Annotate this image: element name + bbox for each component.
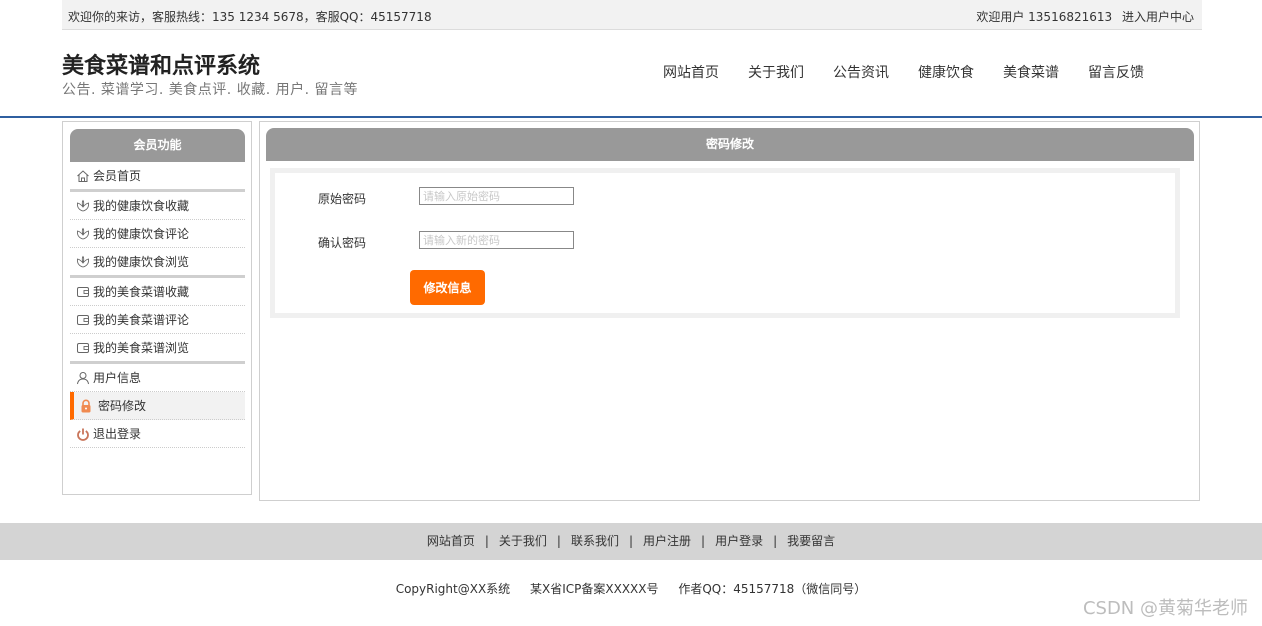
sidebar-item-user-info[interactable]: 用户信息: [70, 364, 245, 392]
user-area: 欢迎用户 13516821613 进入用户中心: [970, 8, 1194, 25]
top-bar: 欢迎你的来访，客服热线：135 1234 5678，客服QQ：45157718 …: [0, 0, 1262, 30]
footer-link-login[interactable]: 用户登录: [715, 534, 763, 548]
footer-separator: |: [628, 534, 634, 548]
icp-text: 某X省ICP备案XXXXX号: [530, 582, 659, 596]
sidebar-item-label: 我的美食菜谱浏览: [93, 341, 190, 355]
sidebar-item-diet-comments[interactable]: 我的健康饮食评论: [70, 220, 245, 248]
wallet-icon: [77, 315, 89, 325]
site-title[interactable]: 美食菜谱和点评系统: [62, 48, 260, 80]
nav-item-news[interactable]: 公告资讯: [833, 62, 889, 82]
original-password-label: 原始密码: [318, 192, 367, 206]
sidebar-menu: 会员首页 我的健康饮食收藏 我的健康饮食评论 我的健康饮食浏览 我的美食菜谱收藏…: [70, 162, 245, 448]
page-title: 密码修改: [266, 128, 1194, 161]
flower-icon: [76, 227, 90, 240]
copyright-line: CopyRight@XX系统 某X省ICP备案XXXXX号 作者QQ：45157…: [0, 580, 1262, 597]
footer-link-about[interactable]: 关于我们: [499, 534, 547, 548]
footer-separator: |: [484, 534, 489, 548]
footer-link-home[interactable]: 网站首页: [427, 534, 475, 548]
footer-link-register[interactable]: 用户注册: [643, 534, 691, 548]
footer-link-contact[interactable]: 联系我们: [571, 534, 619, 548]
sidebar-item-diet-history[interactable]: 我的健康饮食浏览: [70, 248, 245, 278]
top-bar-inner: 欢迎你的来访，客服热线：135 1234 5678，客服QQ：45157718 …: [62, 0, 1202, 30]
nav-item-feedback[interactable]: 留言反馈: [1088, 62, 1144, 82]
author-text: 作者QQ：45157718（微信同号）: [678, 582, 867, 596]
sidebar-item-label: 我的健康饮食收藏: [93, 199, 190, 213]
site-header: 美食菜谱和点评系统 公告. 菜谱学习. 美食点评. 收藏. 用户. 留言等 网站…: [0, 30, 1262, 118]
sidebar-item-label: 会员首页: [93, 169, 142, 183]
nav-item-recipes[interactable]: 美食菜谱: [1003, 62, 1059, 82]
footer-link-message[interactable]: 我要留言: [787, 534, 835, 548]
sidebar-item-label: 密码修改: [98, 399, 147, 413]
sidebar-item-label: 用户信息: [93, 371, 142, 385]
password-form: 原始密码 确认密码 修改信息: [270, 168, 1180, 318]
welcome-text: 欢迎你的来访，客服热线：135 1234 5678，客服QQ：45157718: [68, 10, 432, 24]
user-greeting: 欢迎用户 13516821613: [976, 10, 1113, 24]
sidebar-item-label: 退出登录: [93, 427, 142, 441]
sidebar-item-recipe-favorites[interactable]: 我的美食菜谱收藏: [70, 278, 245, 306]
sidebar-item-label: 我的美食菜谱评论: [93, 313, 190, 327]
original-password-input[interactable]: [419, 187, 574, 205]
site-subtitle: 公告. 菜谱学习. 美食点评. 收藏. 用户. 留言等: [62, 82, 359, 98]
footer-separator: |: [556, 534, 561, 548]
main-nav: 网站首页 关于我们 公告资讯 健康饮食 美食菜谱 留言反馈: [663, 62, 1173, 82]
sidebar-item-label: 我的美食菜谱收藏: [93, 285, 190, 299]
sidebar-item-change-password[interactable]: 密码修改: [70, 392, 245, 420]
flower-icon: [76, 199, 90, 212]
user-icon: [77, 372, 89, 385]
watermark: CSDN @黄菊华老师: [1082, 598, 1248, 619]
lock-icon: [81, 399, 91, 413]
sidebar-item-recipe-history[interactable]: 我的美食菜谱浏览: [70, 334, 245, 364]
nav-item-about[interactable]: 关于我们: [748, 62, 804, 82]
nav-item-home[interactable]: 网站首页: [663, 62, 719, 82]
flower-icon: [76, 255, 90, 268]
member-sidebar: 会员功能 会员首页 我的健康饮食收藏 我的健康饮食评论 我的健康饮食浏览 我的美…: [62, 121, 252, 495]
user-center-link[interactable]: 进入用户中心: [1122, 10, 1194, 24]
power-icon: [77, 428, 89, 441]
home-icon: [77, 170, 89, 182]
confirm-password-label: 确认密码: [318, 236, 367, 250]
nav-item-healthy-diet[interactable]: 健康饮食: [918, 62, 974, 82]
sidebar-item-recipe-comments[interactable]: 我的美食菜谱评论: [70, 306, 245, 334]
footer-separator: |: [701, 534, 706, 548]
sidebar-item-member-home[interactable]: 会员首页: [70, 162, 245, 192]
confirm-password-input[interactable]: [419, 231, 574, 249]
sidebar-title: 会员功能: [70, 129, 245, 162]
sidebar-item-label: 我的健康饮食评论: [93, 227, 190, 241]
footer-separator: |: [773, 534, 778, 548]
wallet-icon: [77, 287, 89, 297]
sidebar-item-label: 我的健康饮食浏览: [93, 255, 190, 269]
wallet-icon: [77, 343, 89, 353]
sidebar-item-logout[interactable]: 退出登录: [70, 420, 245, 448]
submit-button[interactable]: 修改信息: [410, 270, 485, 305]
footer-nav: 网站首页 | 关于我们 | 联系我们 | 用户注册 | 用户登录 | 我要留言: [0, 523, 1262, 560]
main-panel: 密码修改 原始密码 确认密码 修改信息: [259, 121, 1200, 501]
copyright-text: CopyRight@XX系统: [395, 582, 511, 596]
sidebar-item-diet-favorites[interactable]: 我的健康饮食收藏: [70, 192, 245, 220]
